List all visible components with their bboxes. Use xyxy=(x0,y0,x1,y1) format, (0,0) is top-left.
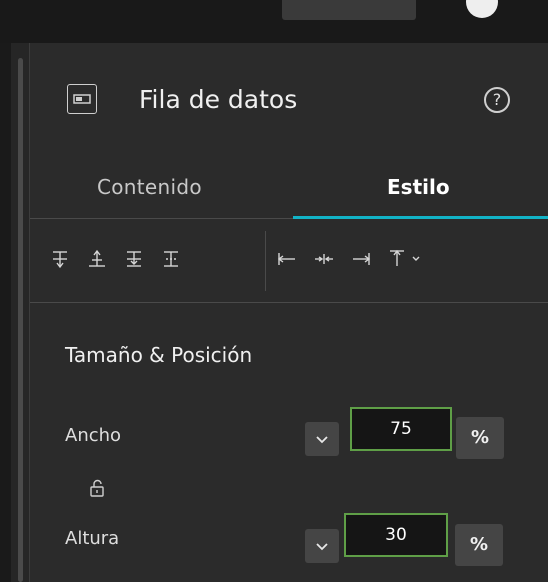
align-left-icon[interactable] xyxy=(274,246,300,272)
align-top-icon[interactable] xyxy=(47,246,73,272)
align-horizontal-center-icon[interactable] xyxy=(311,246,337,272)
section-title: Tamaño & Posición xyxy=(65,343,253,367)
settings-panel: Fila de datos ? Contenido Estilo Tamaño … xyxy=(29,43,548,582)
data-row-icon xyxy=(67,84,97,114)
width-label: Ancho xyxy=(65,425,122,446)
height-unit-button[interactable]: % xyxy=(455,524,503,566)
avatar[interactable] xyxy=(466,0,498,18)
height-input[interactable] xyxy=(344,513,448,557)
left-edge xyxy=(0,43,11,582)
chevron-down-icon xyxy=(316,436,328,444)
tab-estilo[interactable]: Estilo xyxy=(387,175,450,199)
help-icon[interactable]: ? xyxy=(484,87,510,113)
top-bar-button[interactable] xyxy=(282,0,416,20)
toolbar-separator xyxy=(265,231,266,291)
active-tab-indicator xyxy=(293,216,548,219)
top-bar xyxy=(0,0,548,43)
toolbar-divider xyxy=(30,302,548,303)
align-bottom-icon[interactable] xyxy=(121,246,147,272)
width-dropdown[interactable] xyxy=(305,422,339,456)
panel-title: Fila de datos xyxy=(139,85,298,114)
align-right-icon[interactable] xyxy=(348,246,374,272)
distribute-vertical-icon[interactable] xyxy=(158,246,184,272)
unlock-icon[interactable] xyxy=(89,479,105,497)
width-unit-button[interactable]: % xyxy=(456,417,504,459)
align-vertical-center-icon[interactable] xyxy=(84,246,110,272)
align-top-dropdown-icon[interactable] xyxy=(385,246,425,272)
tab-contenido[interactable]: Contenido xyxy=(97,175,202,199)
chevron-down-icon xyxy=(316,543,328,551)
width-input[interactable] xyxy=(350,407,452,451)
height-dropdown[interactable] xyxy=(305,529,339,563)
height-label: Altura xyxy=(65,528,120,549)
scrollbar-thumb[interactable] xyxy=(18,58,23,582)
